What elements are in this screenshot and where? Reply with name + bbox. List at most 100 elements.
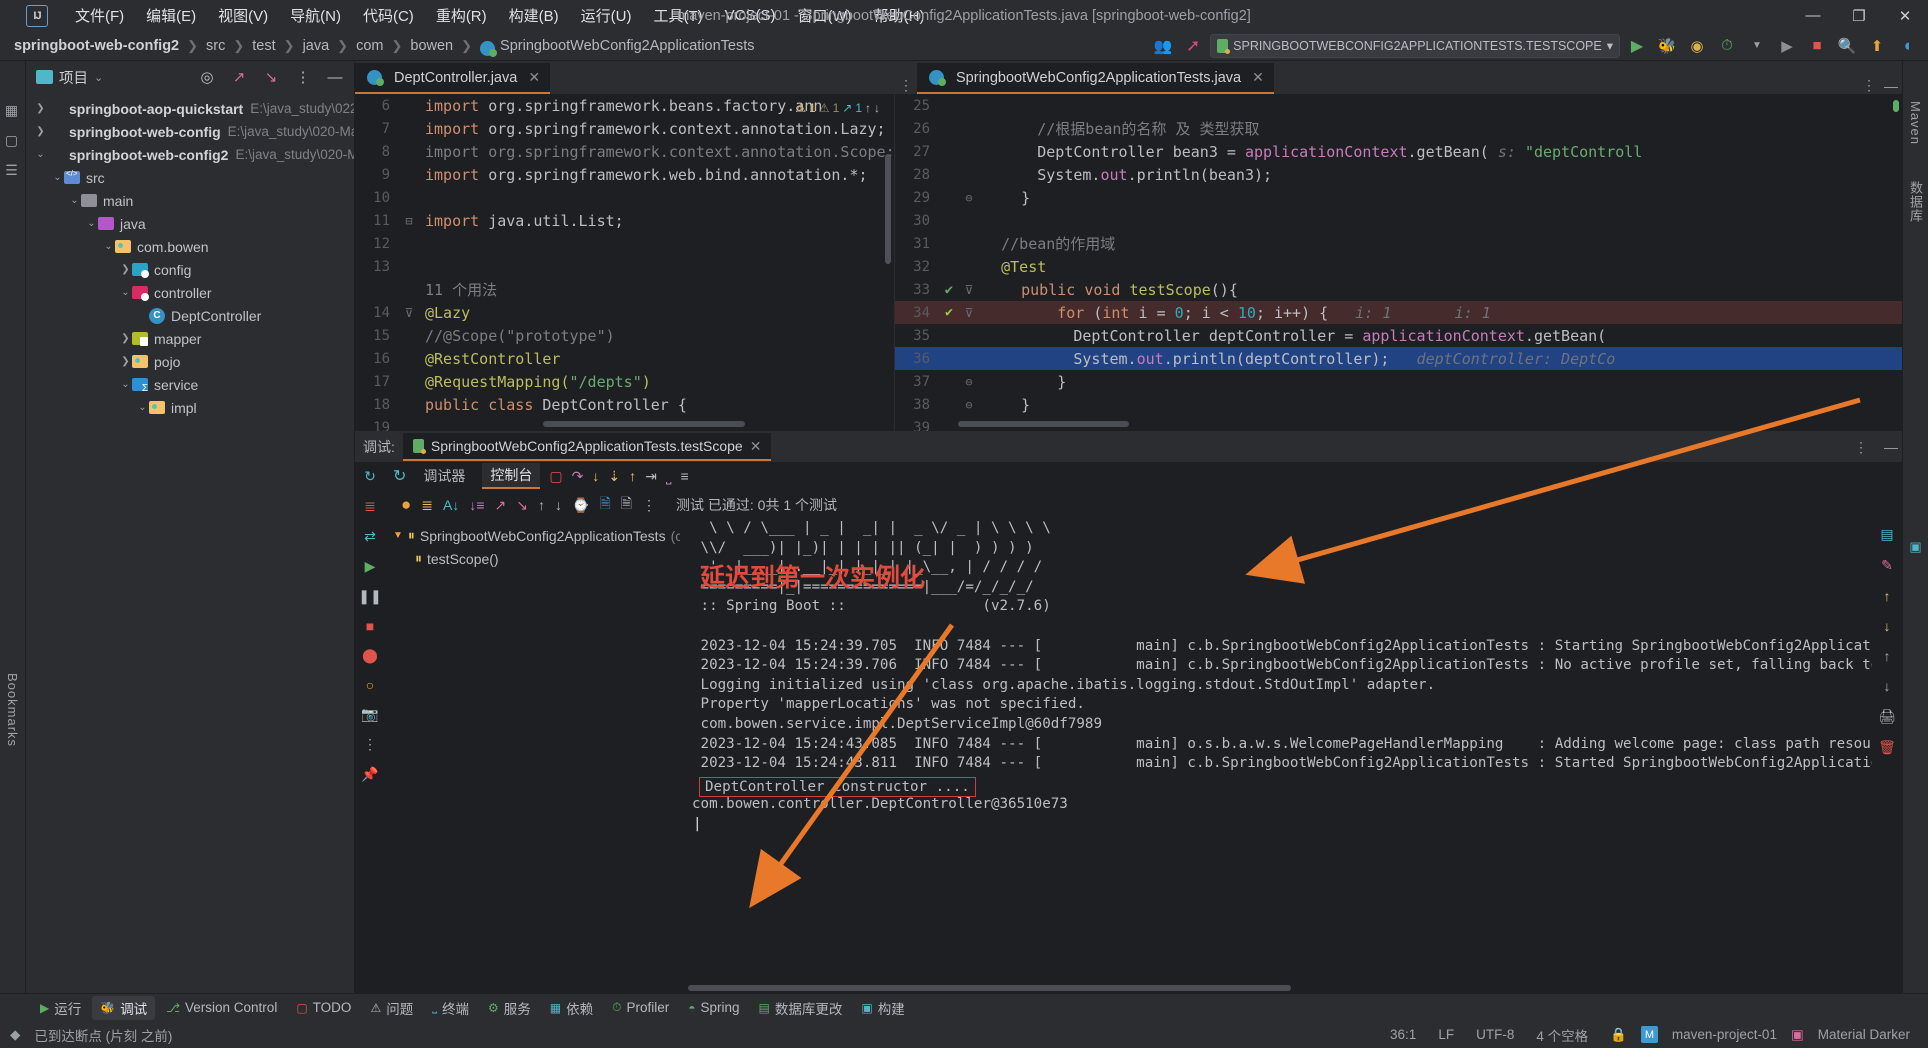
down-icon[interactable]: ↓ [1884, 618, 1891, 634]
chevron-down-icon[interactable]: ⌄ [94, 71, 103, 84]
fold-icon[interactable]: ⊖ [959, 398, 979, 412]
code-line[interactable]: 30 [895, 209, 1902, 232]
scroll-up-icon[interactable]: ↑ [1884, 648, 1891, 664]
rerun-session-icon[interactable]: ↻ [393, 466, 406, 486]
console-output[interactable]: \ \ / \___ | _ | _| | _ \/ _ | \ \ \ \ \… [680, 520, 1872, 993]
menu-refactor[interactable]: 重构(R) [425, 3, 498, 28]
hide-panel-icon[interactable]: — [322, 65, 348, 89]
coverage-button[interactable]: ◉ [1684, 34, 1710, 58]
code-line[interactable]: 33 ✔ ⊽ public void testScope(){ [895, 278, 1902, 301]
code-line[interactable]: 7 import org.springframework.context.anno… [355, 117, 894, 140]
clear-all-icon[interactable]: ≣ [421, 497, 433, 514]
stop-button[interactable]: ■ [1804, 34, 1830, 58]
bottom-tool-build[interactable]: ▣ 构建 [853, 996, 912, 1020]
bottom-tool-terminal[interactable]: ⎵ 终端 [424, 996, 477, 1020]
code-line[interactable]: 13 [355, 255, 894, 278]
console-hscrollbar[interactable] [688, 985, 1848, 992]
history-icon[interactable]: ⌚ [572, 497, 589, 514]
scroll-down-icon[interactable]: ↓ [1884, 678, 1891, 694]
sort-alpha-icon[interactable]: A↓ [443, 497, 459, 513]
target-icon[interactable]: ◎ [194, 65, 220, 89]
threads-icon[interactable]: ≡ [680, 468, 688, 484]
bottom-tool-spring[interactable]: ◓ Spring [680, 998, 747, 1017]
prev-icon[interactable]: ↑ [538, 497, 545, 513]
editor-hscrollbar-left[interactable] [399, 421, 880, 429]
project-name[interactable]: maven-project-01 [1664, 1027, 1785, 1042]
breadcrumb-java[interactable]: java [303, 38, 330, 54]
code-editor-right[interactable]: 25 26 //根据bean的名称 及 类型获取 27 DeptController… [895, 94, 1902, 431]
project-tool-icon[interactable]: ▦ [5, 103, 21, 119]
tab-more-icon[interactable]: ⋮ [895, 77, 917, 94]
camera-icon[interactable]: 📷 [361, 706, 378, 723]
menu-tools[interactable]: 工具(T) [642, 3, 713, 28]
tree-item-service[interactable]: ⌄ service [26, 373, 354, 396]
expand-icon[interactable]: ↗ [495, 497, 507, 514]
fold-icon[interactable]: ⊖ [959, 191, 979, 205]
tree-item-pojo[interactable]: ❯ pojo [26, 350, 354, 373]
tree-item-config[interactable]: ❯ config [26, 258, 354, 281]
console-icon[interactable]: ⎵ [666, 468, 672, 485]
caret-position[interactable]: 36:1 [1382, 1027, 1424, 1042]
step-over-icon[interactable]: ↷ [572, 468, 584, 485]
chevron-down-icon[interactable]: ▼ [1744, 34, 1770, 58]
code-line[interactable]: 38 ⊖ } [895, 393, 1902, 416]
menu-code[interactable]: 代码(C) [352, 3, 425, 28]
breadcrumb-bowen[interactable]: bowen [410, 38, 453, 54]
next-problem-icon[interactable]: ↓ [874, 101, 880, 115]
tree-expander-icon[interactable]: ❯ [34, 126, 47, 137]
tree-item-main[interactable]: ⌄ main [26, 189, 354, 212]
delete-icon[interactable]: 🗑 [1878, 739, 1896, 756]
editor-scrollbar-right[interactable] [1890, 94, 1902, 431]
tree-expander-icon[interactable]: ❯ [119, 333, 132, 344]
search-icon[interactable]: 🔍 [1834, 34, 1860, 58]
pause-icon[interactable]: ❚❚ [358, 588, 381, 605]
bottom-tool-db-changes[interactable]: ▤ 数据库更改 [751, 996, 851, 1020]
code-line[interactable]: 12 [355, 232, 894, 255]
project-tree[interactable]: ❯ springboot-aop-quickstart E:\java_study\… [26, 93, 354, 993]
code-line[interactable]: 11 ⊟ import java.util.List; [355, 209, 894, 232]
menu-build[interactable]: 构建(B) [498, 3, 570, 28]
tab-applicationtests[interactable]: SpringbootWebConfig2ApplicationTests.jav… [917, 63, 1274, 94]
code-line[interactable]: 17 @RequestMapping("/depts") [355, 370, 894, 393]
hide-editor-icon[interactable]: — [1880, 78, 1902, 94]
expand-all-icon[interactable]: ↗ [226, 65, 252, 89]
gutter-icon[interactable]: ✔ [939, 305, 959, 320]
test-tree-method[interactable]: ⏸ testScope() [385, 547, 680, 570]
bottom-tool-vcs[interactable]: ⎇ Version Control [158, 998, 285, 1017]
notifications-icon[interactable]: ▣ [1909, 539, 1921, 555]
tree-expander-icon[interactable]: ⌄ [119, 287, 132, 298]
breadcrumb-src[interactable]: src [206, 38, 225, 54]
usage-hint[interactable]: 11 个用法 [419, 279, 497, 300]
memory-badge[interactable]: M [1640, 1026, 1658, 1043]
code-line[interactable]: 31 //bean的作用域 [895, 232, 1902, 255]
code-line[interactable]: 37 ⊖ } [895, 370, 1902, 393]
import-icon[interactable]: 🗎 [599, 493, 610, 517]
editor-scrollbar-left[interactable] [882, 94, 894, 431]
code-line[interactable]: 36 System.out.println(deptController); d… [895, 347, 1902, 370]
tree-expander-icon[interactable]: ⌄ [51, 172, 64, 183]
code-line[interactable]: 34 ✔ ⊽ for (int i = 0; i < 10; i++) { i: 1… [895, 301, 1902, 324]
tree-item-impl[interactable]: ⌄ impl [26, 396, 354, 419]
code-line[interactable]: 15 //@Scope("prototype") [355, 324, 894, 347]
code-line[interactable]: 14 ⊽ @Lazy [355, 301, 894, 324]
chevron-down-icon[interactable]: ▼ [393, 530, 403, 541]
tree-item-springboot-aop-quickstart[interactable]: ❯ springboot-aop-quickstart E:\java_study\… [26, 97, 354, 120]
code-line[interactable]: 25 [895, 94, 1902, 117]
gutter-icon[interactable]: ⊟ [399, 214, 419, 228]
tree-item-deptcontroller[interactable]: C DeptController [26, 304, 354, 327]
fold-icon[interactable]: ⊖ [959, 375, 979, 389]
code-line[interactable]: 32 @Test [895, 255, 1902, 278]
ai-assistant-icon[interactable]: ◖ [1894, 34, 1920, 58]
step-into-icon[interactable]: ↓ [592, 468, 599, 484]
bottom-tool-problems[interactable]: ⚠ 问题 [362, 996, 421, 1020]
tree-expander-icon[interactable]: ⌄ [119, 379, 132, 390]
bottom-tool-dependencies[interactable]: ▦ 依赖 [542, 996, 601, 1020]
tree-expander-icon[interactable]: ⌄ [68, 195, 81, 206]
collaborate-icon[interactable]: 👥 [1150, 34, 1176, 58]
hide-debug-icon[interactable]: — [1880, 439, 1902, 455]
run-to-cursor-button[interactable]: ▶ [1774, 34, 1800, 58]
more-options-icon[interactable]: ⋮ [290, 65, 316, 89]
database-tool-label[interactable]: 数据库 [1906, 181, 1925, 223]
close-icon[interactable]: ✕ [750, 438, 762, 455]
tree-item-springboot-web-config[interactable]: ❯ springboot-web-config E:\java_study\020-… [26, 120, 354, 143]
